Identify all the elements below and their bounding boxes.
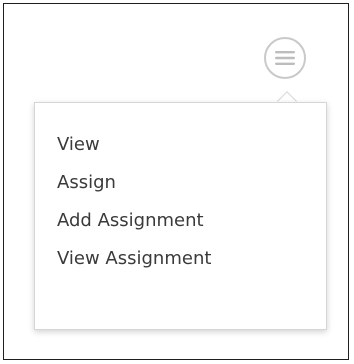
dropdown-menu-list: View Assign Add Assignment View Assignme… (57, 128, 211, 280)
screenshot-frame: View Assign Add Assignment View Assignme… (3, 3, 349, 360)
menu-item-view-assignment[interactable]: View Assignment (57, 242, 211, 276)
menu-item-view[interactable]: View (57, 128, 211, 162)
hamburger-icon (275, 51, 295, 65)
dropdown-menu: View Assign Add Assignment View Assignme… (34, 102, 327, 330)
menu-item-assign[interactable]: Assign (57, 166, 211, 200)
menu-item-add-assignment[interactable]: Add Assignment (57, 204, 211, 238)
menu-toggle-button[interactable] (264, 37, 306, 79)
